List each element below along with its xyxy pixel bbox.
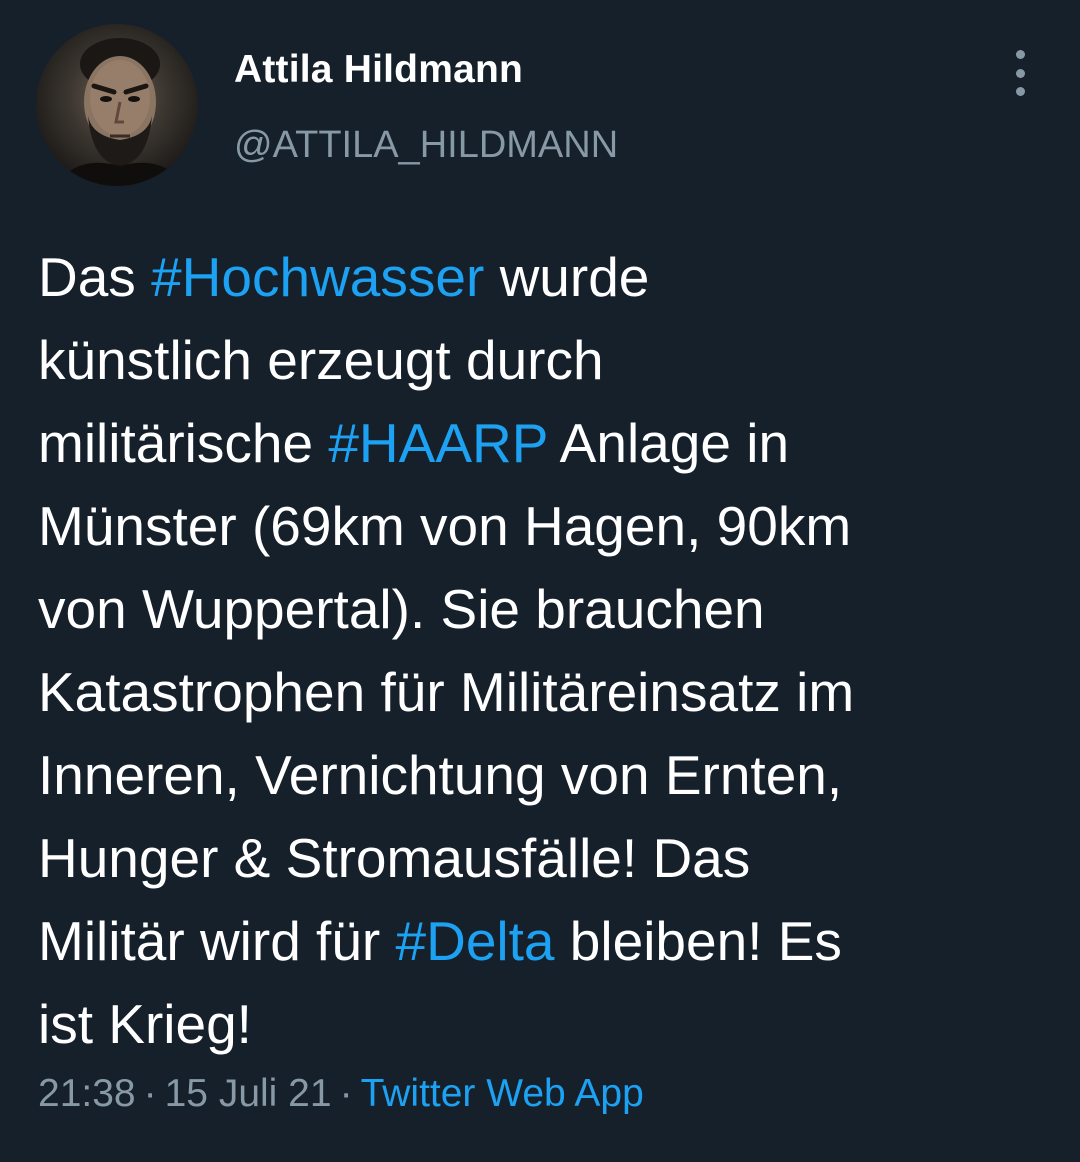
meta-separator: · bbox=[339, 1072, 353, 1115]
tweet-text-line: ist Krieg! bbox=[38, 983, 1048, 1066]
tweet: Attila Hildmann @ATTILA_HILDMANN Das #Ho… bbox=[0, 0, 1080, 1162]
tweet-text-line: von Wuppertal). Sie brauchen bbox=[38, 568, 1048, 651]
author-display-name[interactable]: Attila Hildmann bbox=[234, 48, 523, 92]
tweet-text-segment: ist Krieg! bbox=[38, 993, 252, 1055]
tweet-text-segment: Anlage in bbox=[547, 412, 790, 474]
hashtag-link[interactable]: #Hochwasser bbox=[151, 246, 484, 308]
hashtag-link[interactable]: #Delta bbox=[396, 910, 555, 972]
tweet-text-segment: Inneren, Vernichtung von Ernten, bbox=[38, 744, 843, 806]
tweet-text-segment: wurde bbox=[484, 246, 650, 308]
more-dot bbox=[1015, 87, 1025, 96]
tweet-text-line: Katastrophen für Militäreinsatz im bbox=[38, 651, 1048, 734]
tweet-date[interactable]: 15 Juli 21 bbox=[165, 1072, 332, 1115]
tweet-text: Das #Hochwasser wurde künstlich erzeugt d… bbox=[38, 236, 1048, 1066]
tweet-text-line: Inneren, Vernichtung von Ernten, bbox=[38, 734, 1048, 817]
tweet-text-segment: Militär wird für bbox=[38, 910, 396, 972]
tweet-text-line: Hunger & Stromausfälle! Das bbox=[38, 817, 1048, 900]
tweet-text-line: Das #Hochwasser wurde bbox=[38, 236, 1048, 319]
hashtag-link[interactable]: #HAARP bbox=[328, 412, 547, 474]
tweet-meta: 21:38 · 15 Juli 21 · Twitter Web App bbox=[38, 1072, 644, 1116]
tweet-text-line: künstlich erzeugt durch bbox=[38, 319, 1048, 402]
tweet-text-line: Münster (69km von Hagen, 90km bbox=[38, 485, 1048, 568]
tweet-text-segment: Hunger & Stromausfälle! Das bbox=[38, 827, 751, 889]
tweet-time[interactable]: 21:38 bbox=[38, 1072, 136, 1115]
tweet-text-segment: militärische bbox=[38, 412, 329, 474]
tweet-text-segment: von Wuppertal). Sie brauchen bbox=[38, 578, 765, 640]
avatar[interactable] bbox=[36, 24, 198, 186]
tweet-text-segment: Münster (69km von Hagen, 90km bbox=[38, 495, 852, 557]
meta-separator: · bbox=[143, 1072, 157, 1115]
tweet-text-line: militärische #HAARP Anlage in bbox=[38, 402, 1048, 485]
more-vertical-icon[interactable] bbox=[1000, 50, 1040, 96]
tweet-text-segment: Katastrophen für Militäreinsatz im bbox=[38, 661, 855, 723]
author-handle[interactable]: @ATTILA_HILDMANN bbox=[234, 124, 618, 167]
tweet-text-segment: künstlich erzeugt durch bbox=[38, 329, 604, 391]
tweet-source-link[interactable]: Twitter Web App bbox=[361, 1072, 644, 1115]
avatar-photo bbox=[56, 38, 184, 186]
tweet-text-segment: bleiben! Es bbox=[554, 910, 842, 972]
tweet-text-line: Militär wird für #Delta bleiben! Es bbox=[38, 900, 1048, 983]
more-dot bbox=[1015, 68, 1025, 78]
tweet-text-segment: Das bbox=[38, 246, 152, 308]
more-dot bbox=[1015, 50, 1025, 59]
